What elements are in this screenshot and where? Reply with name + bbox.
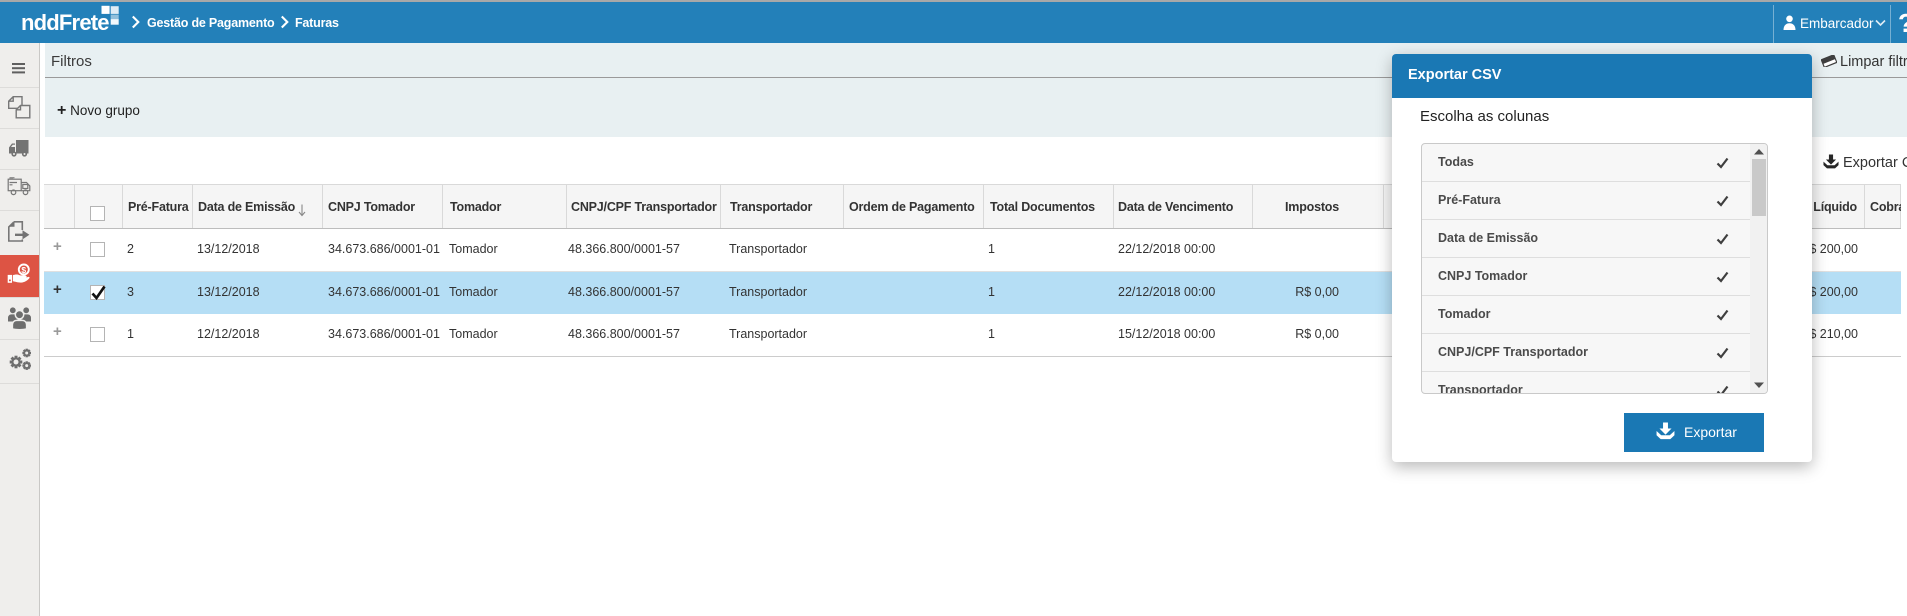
svg-text:$: $ [21, 265, 26, 275]
